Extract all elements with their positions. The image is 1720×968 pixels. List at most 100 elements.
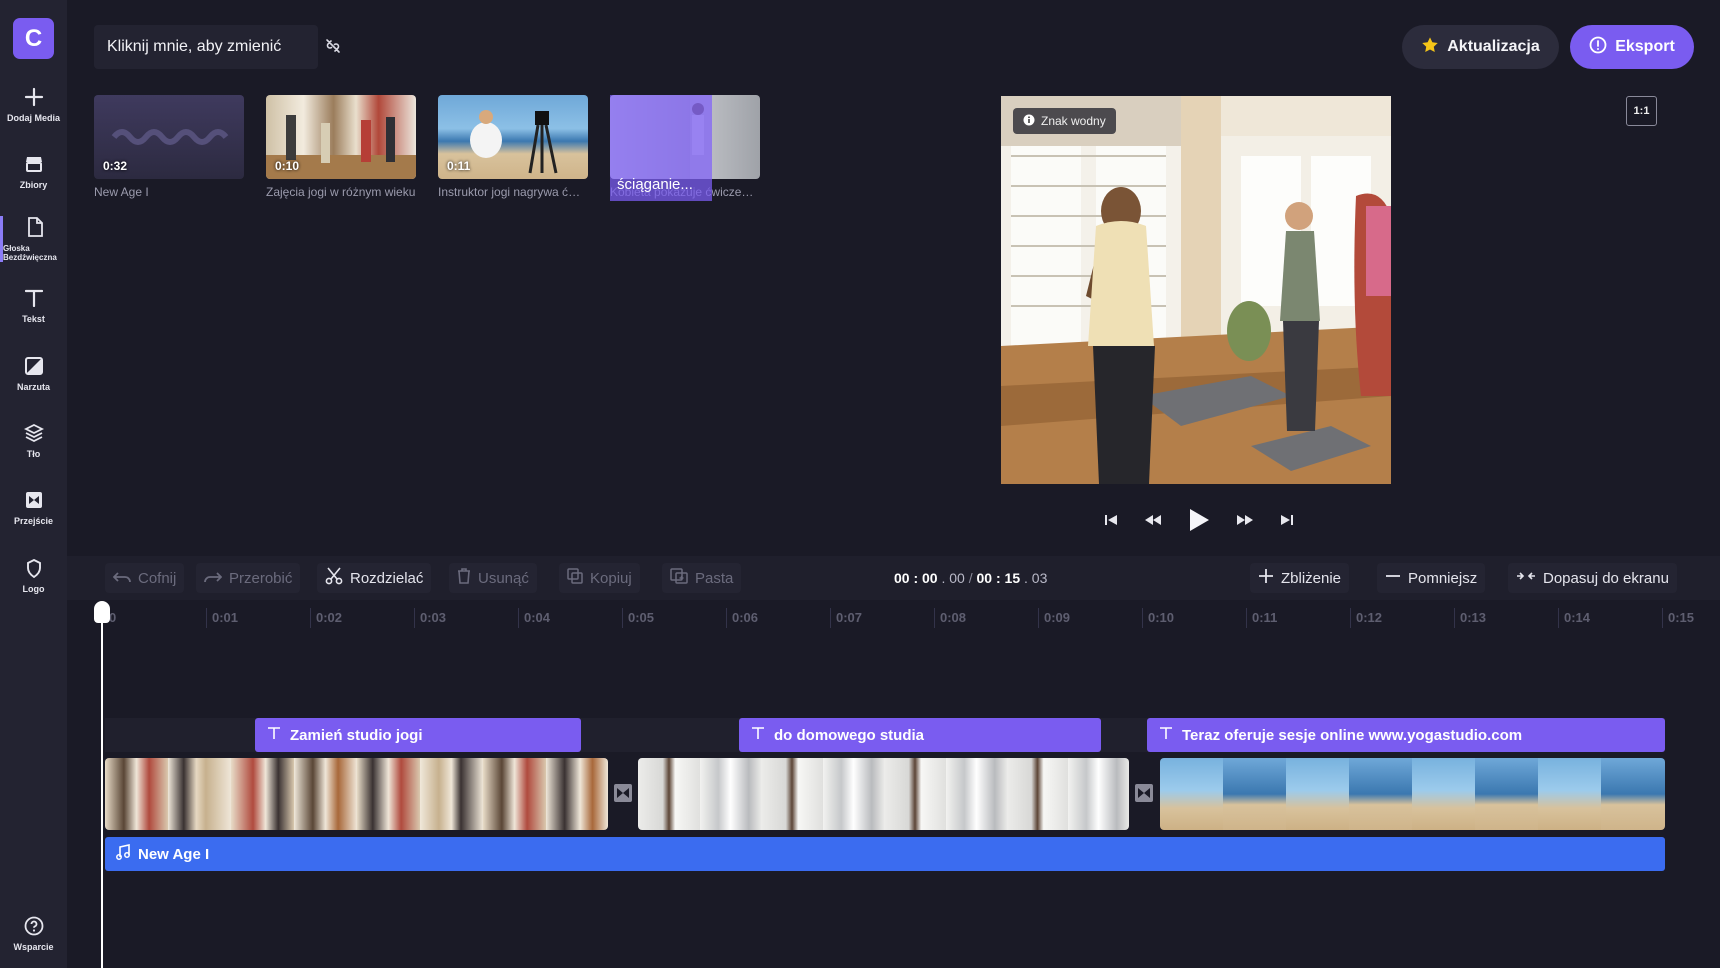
ruler-tick-line xyxy=(1662,608,1663,628)
zoom-out-label: Pomniejsz xyxy=(1408,569,1478,587)
sidebar-item-label: Narzuta xyxy=(16,382,50,392)
paste-label: Pasta xyxy=(695,569,734,587)
scissors-icon xyxy=(325,567,343,589)
media-item-video-downloading[interactable]: Kobieta pokazuje ćwiczenia jogi ściągani… xyxy=(610,95,760,201)
text-clip[interactable]: Zamień studio jogi xyxy=(255,718,581,752)
ruler-tick: 0:12 xyxy=(1356,610,1383,625)
ruler-tick: 0:09 xyxy=(1044,610,1071,625)
sidebar-item-add-media[interactable]: Dodaj Media xyxy=(0,86,67,123)
ruler-tick: 0:10 xyxy=(1148,610,1175,625)
ruler-tick: 0:04 xyxy=(524,610,551,625)
paste-icon xyxy=(670,568,688,588)
ruler-tick: 0:05 xyxy=(628,610,655,625)
sidebar-item-logo[interactable]: Logo xyxy=(0,557,67,594)
playhead[interactable] xyxy=(101,603,103,968)
help-icon xyxy=(23,915,45,937)
layers-icon xyxy=(23,422,45,444)
unlink-icon[interactable] xyxy=(325,38,343,56)
rewind-button[interactable] xyxy=(1132,503,1174,537)
total-time: 00 : 15 xyxy=(976,570,1021,586)
copy-button[interactable]: Kopiuj xyxy=(559,563,640,593)
transition-icon[interactable] xyxy=(1133,782,1155,804)
ruler-tick: 0:01 xyxy=(212,610,239,625)
split-button[interactable]: Rozdzielać xyxy=(317,563,432,593)
ruler-tick-line xyxy=(414,608,415,628)
fit-to-screen-button[interactable]: Dopasuj do ekranu xyxy=(1508,563,1677,593)
text-icon xyxy=(23,287,45,309)
sidebar-item-overlay[interactable]: Narzuta xyxy=(0,355,67,392)
video-clip[interactable] xyxy=(638,758,1129,830)
ruler-tick: 0:06 xyxy=(732,610,759,625)
zoom-out-button[interactable]: Pomniejsz xyxy=(1377,563,1486,593)
watermark-label: Znak wodny xyxy=(1041,114,1106,128)
redo-icon xyxy=(204,570,223,587)
text-icon xyxy=(751,726,765,744)
sidebar-item-background[interactable]: Tło xyxy=(0,422,67,459)
video-preview[interactable]: Znak wodny xyxy=(1001,96,1391,484)
paste-button[interactable]: Pasta xyxy=(662,563,742,593)
text-clip[interactable]: Teraz oferuje sesje online www.yogastudi… xyxy=(1147,718,1665,752)
delete-label: Usunąć xyxy=(478,569,529,587)
ruler-tick-line xyxy=(1246,608,1247,628)
media-thumbnail: 0:32 xyxy=(94,95,244,179)
media-duration: 0:32 xyxy=(103,159,128,173)
skip-start-button[interactable] xyxy=(1090,503,1132,537)
time-separator: / xyxy=(968,570,973,586)
sidebar: C Dodaj Media Zbiory Głoska Bezdźwięczna… xyxy=(0,0,67,968)
project-title-input[interactable]: Kliknij mnie, aby zmienić xyxy=(94,25,318,69)
sidebar-item-text[interactable]: Tekst xyxy=(0,287,67,324)
timeline-ruler[interactable]: 0 0:01 0:02 0:03 0:04 0:05 0:06 0:07 0:0… xyxy=(67,600,1720,636)
total-time-frames: . 03 xyxy=(1024,570,1048,586)
text-clip[interactable]: do domowego studia xyxy=(739,718,1101,752)
text-icon xyxy=(1159,726,1173,744)
aspect-ratio-button[interactable]: 1:1 xyxy=(1626,96,1657,126)
store-icon xyxy=(23,153,45,175)
media-thumbnail: 0:10 xyxy=(266,95,416,179)
ruler-tick: 0:13 xyxy=(1460,610,1487,625)
app-logo[interactable]: C xyxy=(13,18,54,59)
sidebar-item-label: Tło xyxy=(26,449,41,459)
sidebar-item-label: Dodaj Media xyxy=(6,113,60,123)
sidebar-item-support[interactable]: Wsparcie xyxy=(0,915,67,952)
fast-forward-button[interactable] xyxy=(1224,503,1266,537)
sidebar-item-sound[interactable]: Głoska Bezdźwięczna xyxy=(0,216,67,262)
skip-end-icon xyxy=(1281,515,1293,525)
media-item-video[interactable]: 0:10 Zajęcia jogi w różnym wieku xyxy=(266,95,416,199)
media-item-audio[interactable]: 0:32 New Age I xyxy=(94,95,244,199)
player-controls xyxy=(1090,503,1308,537)
audio-clip[interactable]: New Age I xyxy=(105,837,1665,871)
split-label: Rozdzielać xyxy=(350,569,424,587)
sidebar-item-label: Logo xyxy=(22,584,45,594)
transition-icon xyxy=(23,489,45,511)
redo-button[interactable]: Przerobić xyxy=(196,563,301,593)
export-button[interactable]: Eksport xyxy=(1570,25,1694,69)
ruler-tick-line xyxy=(1350,608,1351,628)
ruler-tick-line xyxy=(830,608,831,628)
playhead-handle[interactable] xyxy=(94,601,110,623)
delete-button[interactable]: Usunąć xyxy=(449,563,537,593)
undo-button[interactable]: Cofnij xyxy=(105,563,185,593)
download-status: ściąganie... xyxy=(610,95,712,201)
upgrade-button[interactable]: Aktualizacja xyxy=(1402,25,1559,69)
play-button[interactable] xyxy=(1174,503,1224,537)
export-label: Eksport xyxy=(1615,38,1675,55)
zoom-in-button[interactable]: Zbliżenie xyxy=(1250,563,1350,593)
media-item-video[interactable]: 0:11 Instruktor jogi nagrywa ćwiczenia xyxy=(438,95,588,199)
ruler-tick-line xyxy=(934,608,935,628)
sidebar-item-label: Zbiory xyxy=(19,180,48,190)
video-clip[interactable] xyxy=(105,758,608,830)
ruler-tick: 0 xyxy=(109,610,117,625)
ruler-tick-line xyxy=(1454,608,1455,628)
overlay-icon xyxy=(23,355,45,377)
sidebar-item-label: Tekst xyxy=(22,314,45,324)
watermark-badge[interactable]: Znak wodny xyxy=(1013,108,1116,134)
sidebar-item-transitions[interactable]: Przejście xyxy=(0,489,67,526)
skip-end-button[interactable] xyxy=(1266,503,1308,537)
plus-icon xyxy=(1258,568,1274,588)
sidebar-item-collections[interactable]: Zbiory xyxy=(0,153,67,190)
zoom-in-label: Zbliżenie xyxy=(1281,569,1342,587)
video-clip[interactable] xyxy=(1160,758,1665,830)
media-name: Zajęcia jogi w różnym wieku xyxy=(266,185,416,199)
transition-icon[interactable] xyxy=(612,782,634,804)
media-thumbnail: 0:11 xyxy=(438,95,588,179)
